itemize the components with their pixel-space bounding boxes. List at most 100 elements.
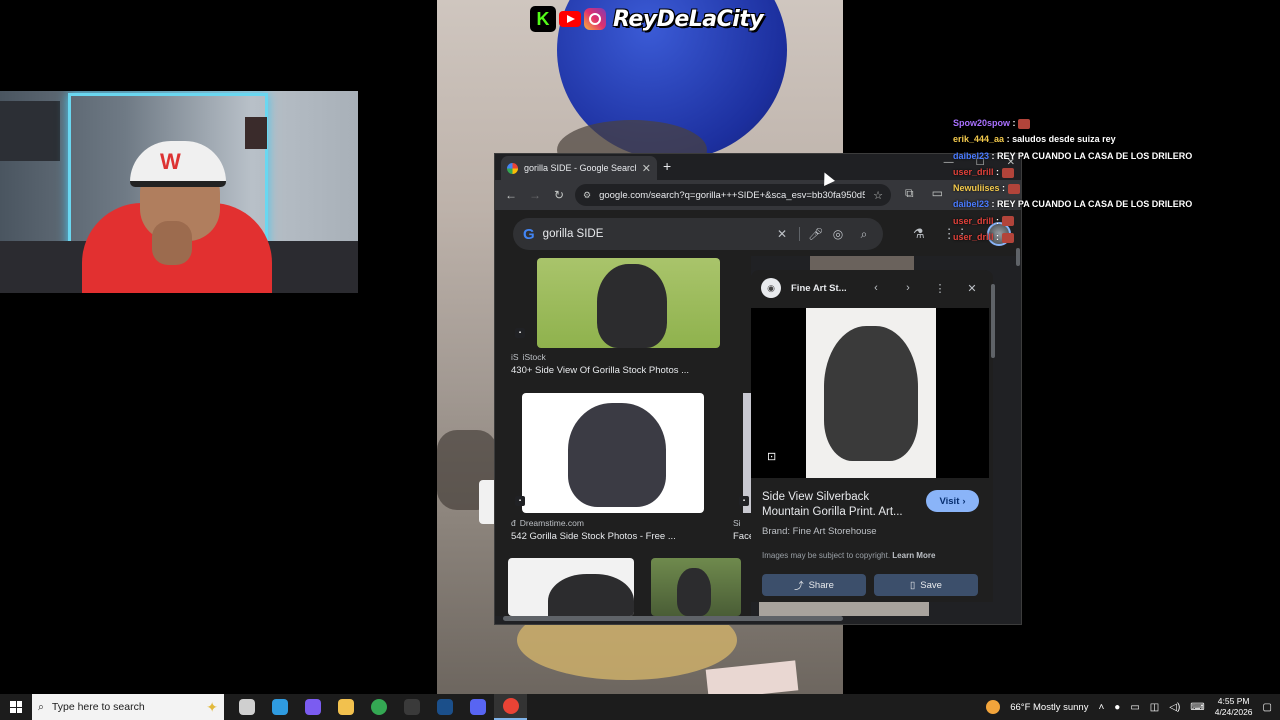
chat-username[interactable]: user_drill [953,232,994,242]
volume-icon[interactable]: ◁) [1169,702,1180,713]
result-image-gorilla-3[interactable] [508,558,634,616]
google-search-box[interactable]: G gorilla SIDE ✕ 🎤︎ ◎ ⌕ [513,218,883,250]
share-button[interactable]: ⤴ Share [762,574,866,596]
clock-time: 4:55 PM [1217,696,1250,706]
result-source[interactable]: Si [733,518,741,528]
taskbar-app-steam[interactable] [428,694,461,720]
clear-search-icon[interactable]: ✕ [773,227,791,241]
file-explorer-icon [337,699,354,715]
chevron-up-icon[interactable]: ˄ [1098,702,1104,713]
previous-icon[interactable]: ‹ [865,282,887,294]
gorilla-figure [677,568,711,616]
weather-text[interactable]: 66°F Mostly sunny [1010,702,1088,713]
keyboard-icon[interactable]: ⌨ [1190,702,1204,713]
result-title[interactable]: 430+ Side View Of Gorilla Stock Photos .… [511,365,689,376]
lens-search-icon[interactable]: ⊡ [767,450,783,466]
display-icon[interactable]: ▭ [1130,702,1139,713]
result-image-gorilla-2[interactable] [522,393,704,513]
taskbar-app-obs[interactable] [395,694,428,720]
labs-flask-icon[interactable]: ⚗ [913,226,925,242]
chat-text: REY PA CUANDO LA CASA DE LOS DRILERO [997,199,1193,210]
address-bar[interactable]: ⚙ google.com/search?q=gorilla+++SIDE+&sc… [575,184,891,206]
learn-more-link[interactable]: Learn More [892,551,935,560]
horizontal-scrollbar[interactable] [503,616,843,621]
taskbar-app-chrome-active[interactable] [494,694,527,720]
tab-google-search[interactable]: gorilla SIDE - Google Search ✕ [501,156,657,180]
network-icon[interactable]: ◫ [1150,702,1159,713]
chat-username[interactable]: erik_444_aa [953,134,1004,144]
chat-separator: : [993,215,1002,226]
taskbar-app-edge[interactable] [263,694,296,720]
cast-icon[interactable]: ▭ [932,186,943,201]
microphone-icon[interactable]: ● [1114,702,1120,713]
chat-separator: : [993,232,1002,243]
result-source[interactable]: iS iStock [511,352,546,362]
taskbar-app-file-explorer[interactable] [329,694,362,720]
forward-arrow-icon[interactable]: → [523,188,547,202]
google-logo-icon: G [523,225,535,243]
url-text[interactable]: google.com/search?q=gorilla+++SIDE+&sca_… [599,190,865,201]
microphone-icon[interactable]: 🎤︎ [799,227,823,241]
taskbar-app-task-view[interactable] [230,694,263,720]
reload-icon[interactable]: ↻ [547,188,571,202]
chat-username[interactable]: user_drill [953,216,994,226]
chat-text: saludos desde suiza rey [1012,134,1116,145]
image-badge-icon: ▪ [515,328,525,338]
result-image-peek[interactable] [743,393,751,513]
notification-icon[interactable]: ▢ [1263,702,1272,713]
dreamstime-favicon-icon: đ [511,518,516,528]
search-input[interactable]: gorilla SIDE [543,228,765,240]
search-icon: ⌕ [38,700,44,713]
chat-username[interactable]: daibel23 [953,151,989,161]
panel-site-name[interactable]: Fine Art St... [791,283,855,294]
taskbar-app-discord[interactable] [461,694,494,720]
result-title[interactable]: Face [733,531,751,542]
chat-username[interactable]: Newuliises [953,183,1000,193]
weather-icon[interactable] [986,700,1001,714]
result-source[interactable]: đ Dreamstime.com [511,518,584,528]
result-source-label: iStock [522,352,546,362]
taskbar-app-copilot[interactable] [296,694,329,720]
tab-close-icon[interactable]: ✕ [642,162,651,175]
taskbar-search[interactable]: ⌕ Type here to search ✦ [32,694,224,720]
site-info-icon[interactable]: ⚙ [583,190,591,201]
chat-message: daibel23 : REY PA CUANDO LA CASA DE LOS … [953,199,1280,215]
search-icon[interactable]: ⌕ [855,227,873,242]
istock-favicon-icon: iS [511,352,519,362]
preview-title[interactable]: Side View Silverback Mountain Gorilla Pr… [762,490,912,520]
lens-camera-icon[interactable]: ◎ [829,227,847,241]
start-button[interactable] [0,701,32,713]
bookmark-star-icon[interactable]: ☆ [873,189,883,202]
preview-image[interactable] [806,308,936,478]
stream-chat: Spow20spow : erik_444_aa : saludos desde… [953,118,1280,248]
back-arrow-icon[interactable]: ← [499,188,523,202]
close-panel-icon[interactable]: ✕ [961,282,983,295]
panel-scrollbar[interactable] [991,284,995,358]
obs-icon [403,699,420,715]
share-label: Share [808,579,834,591]
chat-username[interactable]: daibel23 [953,199,989,209]
chat-username[interactable]: user_drill [953,167,994,177]
page-scrollbar[interactable] [1016,248,1020,266]
result-image-peek[interactable] [759,602,929,616]
result-title[interactable]: 542 Gorilla Side Stock Photos - Free ... [511,531,676,542]
save-button[interactable]: ▯ Save [874,574,978,596]
visit-button[interactable]: Visit › [926,490,979,512]
chat-username[interactable]: Spow20spow [953,118,1010,128]
chat-emote-icon [1001,232,1014,243]
result-image-gorilla-1[interactable] [537,258,720,348]
taskbar-app-chrome[interactable] [362,694,395,720]
clock[interactable]: 4:55 PM 4/24/2026 [1215,696,1253,718]
browser-toolbar: ← → ↻ ⚙ google.com/search?q=gorilla+++SI… [495,180,1021,210]
extensions-icon[interactable]: ⧉ [905,186,914,201]
chat-separator: : [999,183,1008,194]
bookmark-icon: ▯ [910,579,916,591]
poster [245,117,267,149]
result-image-peek[interactable] [810,256,914,270]
new-tab-button[interactable]: + [663,158,671,174]
tab-strip: gorilla SIDE - Google Search ✕ + — ☐ ✕ [495,154,1021,180]
more-options-icon[interactable]: ⋮ [929,282,951,295]
next-icon[interactable]: › [897,282,919,294]
google-header: G gorilla SIDE ✕ 🎤︎ ◎ ⌕ ⚗ ⋮⋮ [495,210,1021,256]
result-image-gorilla-4[interactable] [651,558,741,616]
